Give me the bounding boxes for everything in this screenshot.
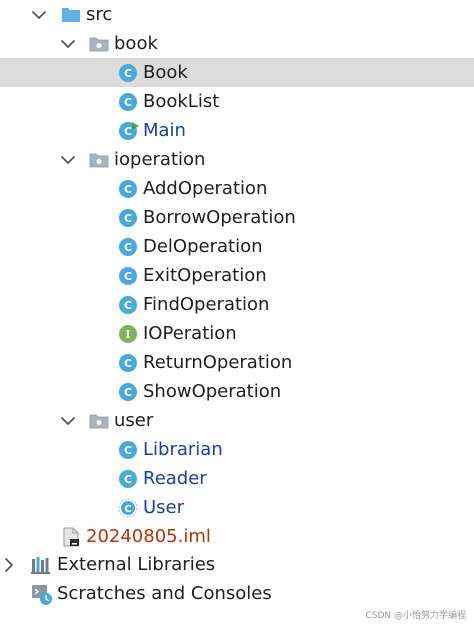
- tree-node-reader-class[interactable]: Reader: [0, 464, 474, 493]
- project-tree: src book Book BookList Main ioperation A…: [0, 0, 474, 627]
- tree-node-showoperation-class[interactable]: ShowOperation: [0, 377, 474, 406]
- tree-node-label: ExitOperation: [143, 265, 267, 286]
- tree-node-user-class[interactable]: C User: [0, 493, 474, 522]
- tree-node-book[interactable]: book: [0, 29, 474, 58]
- tree-node-label: User: [143, 497, 185, 518]
- tree-node-returnoperation-class[interactable]: ReturnOperation: [0, 348, 474, 377]
- chevron-down-icon[interactable]: [60, 145, 76, 174]
- chevron-down-icon[interactable]: [60, 29, 76, 58]
- class-icon: [118, 179, 138, 199]
- tree-node-iml-file[interactable]: 20240805.iml: [0, 522, 474, 551]
- tree-node-deloperation-class[interactable]: DelOperation: [0, 232, 474, 261]
- tree-node-label: 20240805.iml: [86, 526, 211, 547]
- tree-node-label: AddOperation: [143, 178, 268, 199]
- module-file-icon: [61, 527, 81, 547]
- tree-node-borrowoperation-class[interactable]: BorrowOperation: [0, 203, 474, 232]
- tree-node-main-class[interactable]: Main: [0, 116, 474, 145]
- tree-node-label: Reader: [143, 468, 207, 489]
- tree-node-label: FindOperation: [143, 294, 270, 315]
- class-icon: [118, 266, 138, 286]
- class-icon: [118, 353, 138, 373]
- svg-text:C: C: [124, 504, 131, 515]
- tree-node-label: Book: [143, 62, 188, 83]
- tree-node-booklist-class[interactable]: BookList: [0, 87, 474, 116]
- watermark: CSDN @小怡努力学编程: [365, 611, 466, 621]
- tree-node-label: External Libraries: [57, 554, 216, 575]
- class-icon: [118, 208, 138, 228]
- tree-node-label: ioperation: [114, 149, 206, 170]
- class-icon: [118, 295, 138, 315]
- tree-node-scratches[interactable]: Scratches and Consoles: [0, 579, 474, 608]
- tree-node-label: BookList: [143, 91, 220, 112]
- class-icon: [118, 92, 138, 112]
- tree-node-external-libraries[interactable]: External Libraries: [0, 550, 474, 579]
- chevron-down-icon[interactable]: [31, 0, 47, 29]
- tree-node-label: DelOperation: [143, 236, 263, 257]
- chevron-right-icon[interactable]: [1, 550, 17, 579]
- tree-node-label: Main: [143, 120, 186, 141]
- tree-node-librarian-class[interactable]: Librarian: [0, 435, 474, 464]
- tree-node-label: Librarian: [143, 439, 223, 460]
- interface-icon: I: [118, 324, 138, 344]
- class-icon: [118, 469, 138, 489]
- tree-node-src[interactable]: src: [0, 0, 474, 29]
- tree-node-label: ReturnOperation: [143, 352, 293, 373]
- class-icon: [118, 63, 138, 83]
- tree-node-label: book: [114, 33, 158, 54]
- package-folder-icon: [89, 34, 109, 54]
- tree-node-exitoperation-class[interactable]: ExitOperation: [0, 261, 474, 290]
- runnable-class-icon: [118, 121, 139, 141]
- class-icon: [118, 237, 138, 257]
- library-icon: [31, 555, 51, 575]
- abstract-class-icon: C: [118, 498, 138, 518]
- tree-node-book-class[interactable]: Book: [0, 58, 474, 87]
- tree-node-user[interactable]: user: [0, 406, 474, 435]
- tree-node-label: Scratches and Consoles: [57, 583, 272, 604]
- svg-text:I: I: [125, 328, 130, 341]
- package-folder-icon: [89, 150, 109, 170]
- tree-node-findoperation-class[interactable]: FindOperation: [0, 290, 474, 319]
- tree-node-label: IOPeration: [143, 323, 237, 344]
- tree-node-addoperation-class[interactable]: AddOperation: [0, 174, 474, 203]
- tree-node-label: ShowOperation: [143, 381, 282, 402]
- source-folder-icon: [61, 5, 81, 25]
- class-icon: [118, 440, 138, 460]
- tree-node-label: BorrowOperation: [143, 207, 296, 228]
- package-folder-icon: [89, 411, 109, 431]
- tree-node-ioperation-interface[interactable]: I IOPeration: [0, 319, 474, 348]
- tree-node-label: user: [114, 410, 154, 431]
- class-icon: [118, 382, 138, 402]
- tree-node-ioperation[interactable]: ioperation: [0, 145, 474, 174]
- scratches-icon: [31, 584, 52, 605]
- chevron-down-icon[interactable]: [60, 406, 76, 435]
- tree-node-label: src: [86, 4, 113, 25]
